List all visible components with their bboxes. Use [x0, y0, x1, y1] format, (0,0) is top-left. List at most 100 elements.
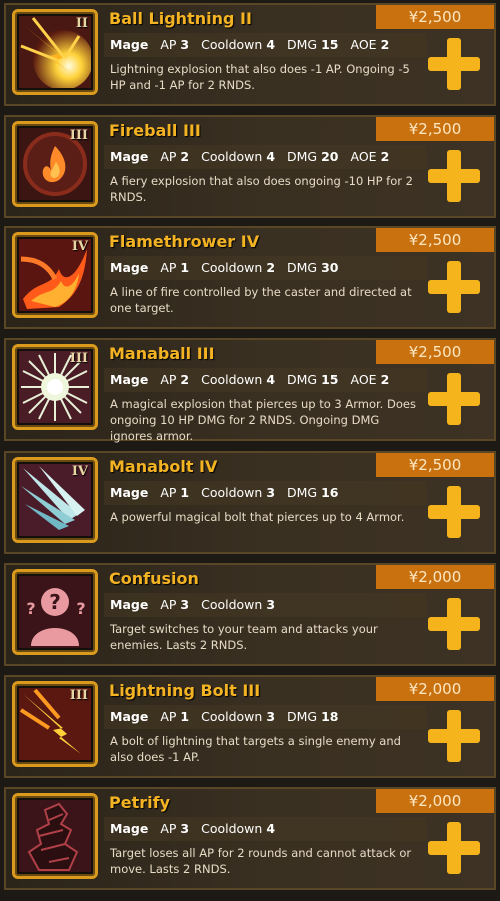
stat-value-aoe: 2	[380, 149, 390, 164]
spell-icon-frame: IV	[12, 457, 98, 543]
spell-class: Mage	[110, 37, 149, 52]
spell-description: A powerful magical bolt that pierces up …	[110, 510, 405, 524]
spell-description: A magical explosion that pierces up to 3…	[110, 397, 416, 443]
spell-tier: II	[75, 16, 88, 31]
stat-label-cooldown: Cooldown	[201, 485, 263, 500]
spell-card[interactable]: II Ball Lightning II ¥2,500 Mage AP 3 Cooldow…	[4, 3, 496, 106]
spell-name: Lightning Bolt III	[109, 681, 261, 700]
spell-price: ¥2,500	[376, 453, 494, 477]
spell-stats: Mage AP 3 Cooldown 3	[104, 593, 426, 617]
stat-value-dmg: 16	[321, 485, 339, 500]
buy-plus-button[interactable]	[428, 150, 480, 202]
spell-card[interactable]: Petrify ¥2,000 Mage AP 3 Cooldown 4 Target lo…	[4, 787, 496, 890]
stat-label-cooldown: Cooldown	[201, 821, 263, 836]
spell-price: ¥2,000	[376, 677, 494, 701]
spell-price: ¥2,500	[376, 117, 494, 141]
spell-name: Ball Lightning II	[109, 9, 252, 28]
spell-description: A line of fire controlled by the caster …	[110, 285, 412, 315]
buy-plus-button[interactable]	[428, 486, 480, 538]
buy-plus-button[interactable]	[428, 598, 480, 650]
stat-value-cooldown: 4	[266, 149, 276, 164]
spell-description: Target switches to your team and attacks…	[110, 622, 378, 652]
buy-plus-button[interactable]	[428, 261, 480, 313]
plus-icon	[447, 150, 461, 202]
stat-value-ap: 1	[180, 709, 190, 724]
plus-icon	[447, 598, 461, 650]
stat-value-dmg: 15	[321, 372, 339, 387]
stat-value-ap: 3	[180, 597, 190, 612]
buy-plus-button[interactable]	[428, 373, 480, 425]
stat-value-ap: 1	[180, 260, 190, 275]
spell-stats: Mage AP 1 Cooldown 3 DMG 18	[104, 705, 426, 729]
stat-label-ap: AP	[160, 821, 177, 836]
spell-icon-frame: IV	[12, 232, 98, 318]
spell-name: Petrify	[109, 793, 170, 812]
spell-icon-frame: III	[12, 344, 98, 430]
petrify-icon	[19, 800, 91, 872]
spell-stats: Mage AP 3 Cooldown 4	[104, 817, 426, 841]
stat-value-cooldown: 4	[266, 37, 276, 52]
spell-card[interactable]: III Fireball III ¥2,500 Mage AP 2 Cooldown 4D…	[4, 115, 496, 218]
stat-label-aoe: AOE	[350, 372, 377, 387]
stat-label-dmg: DMG	[287, 260, 318, 275]
stat-label-cooldown: Cooldown	[201, 709, 263, 724]
spell-tier: III	[69, 688, 88, 703]
stat-label-dmg: DMG	[287, 37, 318, 52]
spell-description: A bolt of lightning that targets a singl…	[110, 734, 401, 764]
spell-icon-frame: III	[12, 681, 98, 767]
spell-card[interactable]: III Manaball III ¥2,500 Mage AP 2 Cooldown 4D…	[4, 338, 496, 443]
stat-value-ap: 2	[180, 372, 190, 387]
spell-price: ¥2,000	[376, 789, 494, 813]
spell-icon-frame	[12, 793, 98, 879]
spell-stats: Mage AP 2 Cooldown 4 DMG 20 AOE 2	[104, 145, 426, 169]
stat-value-ap: 1	[180, 485, 190, 500]
spell-class: Mage	[110, 709, 149, 724]
stat-value-ap: 2	[180, 149, 190, 164]
spell-icon-frame: ???	[12, 569, 98, 655]
stat-value-cooldown: 2	[266, 260, 276, 275]
spell-tier: IV	[71, 239, 88, 254]
stat-label-ap: AP	[160, 260, 177, 275]
spell-icon-frame: II	[12, 9, 98, 95]
spell-card[interactable]: III Lightning Bolt III ¥2,000 Mage AP 1 Coold…	[4, 675, 496, 778]
svg-text:?: ?	[26, 599, 35, 618]
spell-stats: Mage AP 2 Cooldown 4 DMG 15 AOE 2	[104, 368, 426, 392]
stat-value-dmg: 30	[321, 260, 339, 275]
spell-name: Manabolt IV	[109, 457, 218, 476]
stat-value-ap: 3	[180, 821, 190, 836]
stat-value-cooldown: 4	[266, 821, 276, 836]
buy-plus-button[interactable]	[428, 822, 480, 874]
spell-description: Lightning explosion that also does -1 AP…	[110, 62, 410, 92]
spell-stats: Mage AP 3 Cooldown 4 DMG 15 AOE 2	[104, 33, 426, 57]
spell-card[interactable]: IV Manabolt IV ¥2,500 Mage AP 1 Cooldown 3 DMG…	[4, 451, 496, 554]
stat-label-ap: AP	[160, 709, 177, 724]
stat-value-dmg: 20	[321, 149, 339, 164]
spell-stats: Mage AP 1 Cooldown 2 DMG 30	[104, 256, 426, 280]
spell-price: ¥2,500	[376, 228, 494, 252]
plus-icon	[447, 486, 461, 538]
stat-value-cooldown: 3	[266, 597, 276, 612]
stat-label-dmg: DMG	[287, 485, 318, 500]
confusion-icon: ???	[19, 576, 91, 648]
svg-text:?: ?	[49, 590, 61, 614]
stat-value-aoe: 2	[380, 372, 390, 387]
stat-value-cooldown: 4	[266, 372, 276, 387]
stat-label-dmg: DMG	[287, 149, 318, 164]
stat-value-dmg: 18	[321, 709, 339, 724]
plus-icon	[447, 373, 461, 425]
spell-description: A fiery explosion that also does ongoing…	[110, 174, 413, 204]
spell-description: Target loses all AP for 2 rounds and can…	[110, 846, 412, 876]
spell-card[interactable]: ??? Confusion ¥2,000 Mage AP 3 Cooldown 3 Targ…	[4, 563, 496, 666]
stat-value-ap: 3	[180, 37, 190, 52]
buy-plus-button[interactable]	[428, 38, 480, 90]
spell-price: ¥2,500	[376, 5, 494, 29]
stat-value-cooldown: 3	[266, 709, 276, 724]
spell-card[interactable]: IV Flamethrower IV ¥2,500 Mage AP 1 Cooldown …	[4, 226, 496, 329]
stat-label-cooldown: Cooldown	[201, 372, 263, 387]
buy-plus-button[interactable]	[428, 710, 480, 762]
spell-tier: IV	[71, 464, 88, 479]
stat-label-ap: AP	[160, 149, 177, 164]
stat-label-ap: AP	[160, 372, 177, 387]
stat-label-dmg: DMG	[287, 372, 318, 387]
spell-class: Mage	[110, 597, 149, 612]
